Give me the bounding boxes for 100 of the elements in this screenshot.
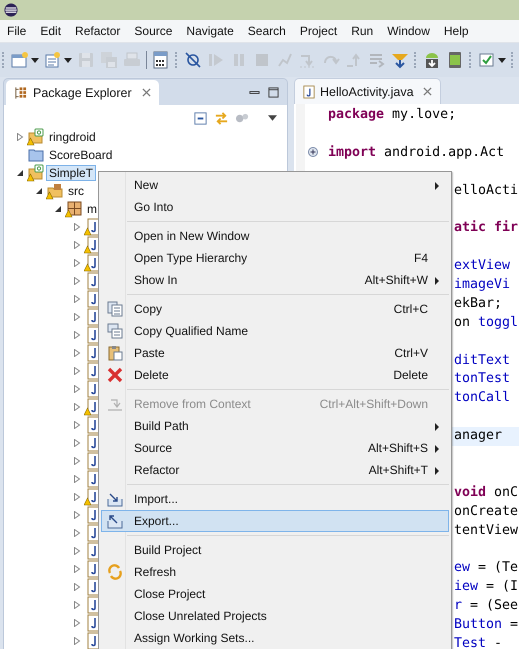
shortcut-label: Ctrl+V (394, 346, 428, 360)
menu-item[interactable]: Paste Ctrl+V (101, 342, 449, 364)
menu-item[interactable]: Delete Delete (101, 364, 449, 386)
expand-toggle-icon[interactable] (35, 187, 43, 195)
expand-toggle-icon[interactable] (73, 385, 81, 393)
skip-breakpoints-icon[interactable] (184, 51, 202, 69)
expand-toggle-icon[interactable] (73, 493, 81, 501)
checkbox-icon[interactable] (478, 51, 496, 69)
menu-item[interactable]: Navigate (186, 24, 234, 38)
code-line: on toggl (454, 314, 518, 330)
menu-item[interactable]: Refactor (75, 24, 120, 38)
view-menu-icon[interactable] (268, 115, 277, 121)
expand-toggle-icon[interactable] (73, 277, 81, 285)
expand-toggle-icon[interactable] (73, 637, 81, 645)
menu-item[interactable]: Copy Ctrl+C (101, 298, 449, 320)
paste-icon (107, 345, 123, 361)
menu-item[interactable]: Help (444, 24, 469, 38)
expand-toggle-icon[interactable] (73, 295, 81, 303)
shortcut-label: Delete (393, 368, 428, 382)
menu-item[interactable]: Close Unrelated Projects (101, 605, 449, 627)
menu-item[interactable]: Source Alt+Shift+S (101, 437, 449, 459)
menu-item[interactable]: Window (387, 24, 430, 38)
caret-icon[interactable] (498, 58, 506, 62)
step-filters-icon[interactable] (391, 51, 409, 69)
menu-item[interactable]: Open in New Window (101, 225, 449, 247)
package-explorer-icon (14, 86, 27, 100)
tree-item[interactable]: m (84, 201, 100, 217)
java-file-icon (303, 84, 315, 98)
menu-item[interactable]: Refactor Alt+Shift+T (101, 459, 449, 481)
menu-item[interactable]: Build Path (101, 415, 449, 437)
menu-item[interactable]: Assign Working Sets... (101, 627, 449, 649)
expand-toggle-icon[interactable] (73, 529, 81, 537)
eclipse-icon (4, 3, 18, 17)
expand-toggle-icon[interactable] (73, 313, 81, 321)
menu-item[interactable]: Close Project (101, 583, 449, 605)
expand-toggle-icon[interactable] (73, 223, 81, 231)
expand-toggle-icon[interactable] (73, 583, 81, 591)
expand-toggle-icon[interactable] (73, 457, 81, 465)
new-wizard-icon[interactable] (11, 51, 29, 69)
close-icon[interactable] (422, 87, 432, 96)
menu-item[interactable]: Export... (101, 510, 449, 532)
editor-tab[interactable]: HelloActivity.java (294, 78, 441, 104)
expand-toggle-icon[interactable] (16, 133, 24, 141)
expand-toggle-icon[interactable] (73, 439, 81, 447)
tree-item[interactable]: ringdroid (46, 129, 99, 145)
menu-item[interactable]: Go Into (101, 196, 449, 218)
tree-item[interactable]: src (65, 183, 87, 199)
file-name: HelloActivity.java (320, 84, 414, 98)
expand-toggle-icon[interactable] (73, 367, 81, 375)
menu-item[interactable]: Import... (101, 488, 449, 510)
menu-item[interactable]: Project (300, 24, 338, 38)
expand-toggle-icon[interactable] (73, 259, 81, 267)
menu-item[interactable]: Copy Qualified Name (101, 320, 449, 342)
new-class-icon[interactable] (44, 51, 62, 69)
menu-item[interactable]: Build Project (101, 539, 449, 561)
expand-toggle-icon[interactable] (16, 169, 24, 177)
close-icon[interactable] (142, 88, 151, 97)
expand-toggle-icon[interactable] (73, 403, 81, 411)
expand-toggle-icon[interactable] (73, 619, 81, 627)
shortcut-label: F4 (414, 251, 428, 265)
caret-icon[interactable] (64, 58, 72, 62)
android-device-icon[interactable] (446, 51, 464, 69)
tree-item[interactable]: SimpleT (46, 165, 96, 181)
expand-toggle-icon[interactable] (73, 547, 81, 555)
copy-icon (107, 323, 123, 339)
menu-item[interactable]: File (7, 24, 26, 38)
menu-item[interactable]: Run (351, 24, 374, 38)
code-line: atic fir (454, 220, 518, 236)
expand-toggle-icon[interactable] (73, 421, 81, 429)
shortcut-label: Alt+Shift+W (364, 273, 428, 287)
code-line: tentView (454, 522, 518, 538)
code-line: imageVi (454, 277, 510, 292)
menu-item[interactable]: Edit (40, 24, 62, 38)
menu-item[interactable]: Search (248, 24, 286, 38)
menu-item[interactable]: Source (134, 24, 172, 38)
expand-toggle-icon[interactable] (73, 331, 81, 339)
link-arrows-icon[interactable] (214, 110, 229, 126)
code-line: Test - (454, 636, 502, 649)
menu-item[interactable]: Show In Alt+Shift+W (101, 269, 449, 291)
menu-item[interactable]: Open Type Hierarchy F4 (101, 247, 449, 269)
expand-toggle-icon[interactable] (73, 349, 81, 357)
maximize-icon[interactable] (268, 87, 279, 98)
expand-toggle-icon[interactable] (73, 475, 81, 483)
menu-item[interactable]: Refresh (101, 561, 449, 583)
menu-item[interactable]: New (101, 174, 449, 196)
package-explorer-tab[interactable]: Package Explorer (6, 80, 159, 105)
caret-icon[interactable] (31, 58, 39, 62)
android-download-icon[interactable] (423, 51, 441, 69)
expand-toggle-icon[interactable] (73, 601, 81, 609)
expand-toggle-icon[interactable] (73, 565, 81, 573)
expand-toggle-icon[interactable] (73, 241, 81, 249)
expand-toggle-icon[interactable] (73, 511, 81, 519)
code-line: void onC (454, 484, 518, 500)
expand-fold-icon[interactable] (308, 146, 318, 157)
code-line: tonCall (454, 390, 510, 406)
code-line: Button = (454, 617, 518, 632)
collapse-all-icon[interactable] (193, 110, 208, 126)
code-line: elloActi (454, 182, 518, 198)
tree-item[interactable]: ScoreBoard (46, 147, 116, 163)
expand-toggle-icon[interactable] (54, 205, 62, 213)
